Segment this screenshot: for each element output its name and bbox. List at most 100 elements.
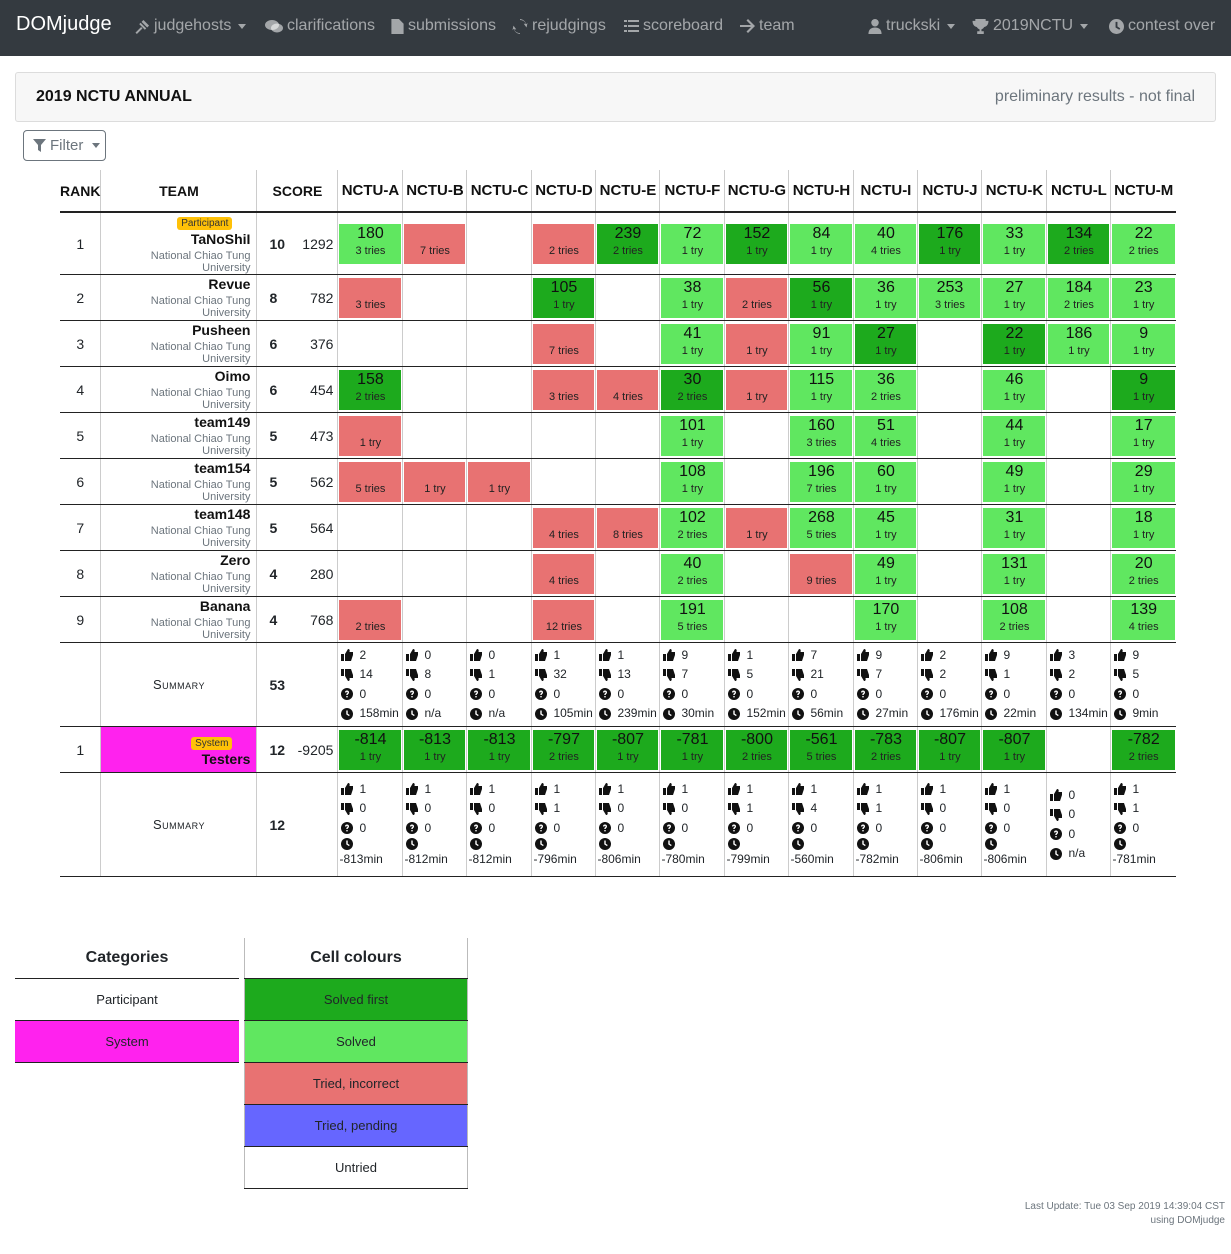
team-cell[interactable]: team149 National Chiao Tung University (100, 412, 257, 459)
problem-cell[interactable]: 8 tries (595, 504, 660, 551)
team-cell[interactable]: System Testers (100, 726, 257, 773)
problem-cell[interactable] (402, 596, 467, 643)
problem-cell[interactable]: 170 1 try (853, 596, 918, 643)
problem-header[interactable]: NCTU-I (853, 170, 918, 213)
problem-cell[interactable]: 40 2 tries (659, 550, 725, 597)
problem-cell[interactable]: 17 1 try (1110, 412, 1176, 459)
problem-cell[interactable] (1046, 504, 1111, 551)
problem-cell[interactable]: 2 tries (337, 596, 403, 643)
problem-cell[interactable] (917, 366, 982, 413)
problem-cell[interactable]: 7 tries (402, 212, 467, 275)
problem-cell[interactable]: 56 1 try (788, 274, 854, 321)
nav-scoreboard[interactable]: scoreboard (624, 17, 723, 35)
problem-cell[interactable]: 1 try (402, 458, 467, 505)
problem-cell[interactable]: -807 1 try (981, 726, 1047, 773)
problem-cell[interactable]: 184 2 tries (1046, 274, 1111, 321)
problem-cell[interactable]: 2 tries (531, 212, 596, 275)
problem-cell[interactable]: 27 1 try (853, 320, 918, 367)
problem-cell[interactable]: 45 1 try (853, 504, 918, 551)
problem-cell[interactable] (402, 504, 467, 551)
problem-cell[interactable]: 180 3 tries (337, 212, 403, 275)
problem-cell[interactable] (466, 550, 532, 597)
problem-cell[interactable]: 30 2 tries (659, 366, 725, 413)
problem-cell[interactable] (466, 504, 532, 551)
problem-cell[interactable] (724, 458, 789, 505)
problem-cell[interactable]: 115 1 try (788, 366, 854, 413)
problem-cell[interactable]: 253 3 tries (917, 274, 982, 321)
problem-cell[interactable] (917, 412, 982, 459)
nav-rejudgings[interactable]: rejudgings (512, 17, 606, 35)
problem-cell[interactable]: 134 2 tries (1046, 212, 1111, 275)
problem-cell[interactable]: 3 tries (337, 274, 403, 321)
problem-cell[interactable]: 176 1 try (917, 212, 982, 275)
problem-header[interactable]: NCTU-F (659, 170, 725, 213)
problem-cell[interactable] (402, 412, 467, 459)
problem-cell[interactable]: 22 2 tries (1110, 212, 1176, 275)
problem-cell[interactable] (337, 550, 403, 597)
problem-cell[interactable] (917, 320, 982, 367)
team-row[interactable]: 2 Revue National Chiao Tung University 8 782… (60, 274, 1176, 321)
problem-header[interactable]: NCTU-C (466, 170, 532, 213)
problem-cell[interactable] (917, 504, 982, 551)
nav-judgehosts[interactable]: judgehosts (135, 17, 247, 35)
problem-cell[interactable]: -807 1 try (917, 726, 982, 773)
problem-cell[interactable] (595, 412, 660, 459)
problem-cell[interactable] (1046, 412, 1111, 459)
problem-cell[interactable]: 268 5 tries (788, 504, 854, 551)
team-cell[interactable]: Participant TaNoShiI National Chiao Tung U… (100, 212, 257, 275)
problem-header[interactable]: NCTU-K (981, 170, 1047, 213)
problem-cell[interactable] (917, 596, 982, 643)
brand-logo[interactable]: DOMjudge (16, 13, 112, 36)
problem-cell[interactable]: 46 1 try (981, 366, 1047, 413)
problem-cell[interactable]: 12 tries (531, 596, 596, 643)
team-row[interactable]: 4 Oimo National Chiao Tung University 6 454 1… (60, 366, 1176, 413)
problem-cell[interactable] (1046, 726, 1111, 773)
problem-cell[interactable]: 239 2 tries (595, 212, 660, 275)
problem-cell[interactable]: 60 1 try (853, 458, 918, 505)
filter-button[interactable]: Filter (23, 130, 106, 161)
problem-cell[interactable] (466, 274, 532, 321)
team-row[interactable]: 1 System Testers 12 -9205 -814 1 try -813 1 try -… (60, 726, 1176, 773)
problem-cell[interactable]: -782 2 tries (1110, 726, 1176, 773)
team-row[interactable]: 5 team149 National Chiao Tung University 5 4… (60, 412, 1176, 459)
team-cell[interactable]: Pusheen National Chiao Tung University (100, 320, 257, 367)
problem-cell[interactable] (724, 550, 789, 597)
problem-cell[interactable]: 1 try (466, 458, 532, 505)
team-cell[interactable]: Oimo National Chiao Tung University (100, 366, 257, 413)
problem-cell[interactable]: 152 1 try (724, 212, 789, 275)
problem-cell[interactable]: -561 5 tries (788, 726, 854, 773)
problem-cell[interactable]: 18 1 try (1110, 504, 1176, 551)
problem-cell[interactable]: 91 1 try (788, 320, 854, 367)
problem-cell[interactable]: 1 try (724, 504, 789, 551)
problem-cell[interactable]: -781 1 try (659, 726, 725, 773)
problem-cell[interactable]: 49 1 try (853, 550, 918, 597)
problem-cell[interactable]: 84 1 try (788, 212, 854, 275)
problem-cell[interactable]: 9 1 try (1110, 320, 1176, 367)
problem-cell[interactable] (466, 366, 532, 413)
nav-user[interactable]: truckski (868, 17, 956, 35)
problem-cell[interactable]: 108 1 try (659, 458, 725, 505)
team-row[interactable]: 3 Pusheen National Chiao Tung University 6 3… (60, 320, 1176, 367)
problem-header[interactable]: NCTU-L (1046, 170, 1111, 213)
team-cell[interactable]: Zero National Chiao Tung University (100, 550, 257, 597)
team-cell[interactable]: Banana National Chiao Tung University (100, 596, 257, 643)
problem-cell[interactable]: 139 4 tries (1110, 596, 1176, 643)
team-cell[interactable]: team154 National Chiao Tung University (100, 458, 257, 505)
problem-cell[interactable]: 72 1 try (659, 212, 725, 275)
problem-cell[interactable]: 38 1 try (659, 274, 725, 321)
problem-cell[interactable] (917, 458, 982, 505)
problem-cell[interactable]: -800 2 tries (724, 726, 789, 773)
problem-cell[interactable]: 1 try (337, 412, 403, 459)
problem-cell[interactable] (724, 596, 789, 643)
problem-cell[interactable] (595, 274, 660, 321)
problem-cell[interactable]: 102 2 tries (659, 504, 725, 551)
problem-cell[interactable]: 51 4 tries (853, 412, 918, 459)
problem-cell[interactable] (1046, 458, 1111, 505)
problem-cell[interactable]: 4 tries (595, 366, 660, 413)
problem-cell[interactable]: 31 1 try (981, 504, 1047, 551)
problem-cell[interactable] (466, 212, 532, 275)
problem-cell[interactable]: 7 tries (531, 320, 596, 367)
problem-cell[interactable] (466, 596, 532, 643)
problem-cell[interactable]: 40 4 tries (853, 212, 918, 275)
problem-cell[interactable] (788, 596, 854, 643)
